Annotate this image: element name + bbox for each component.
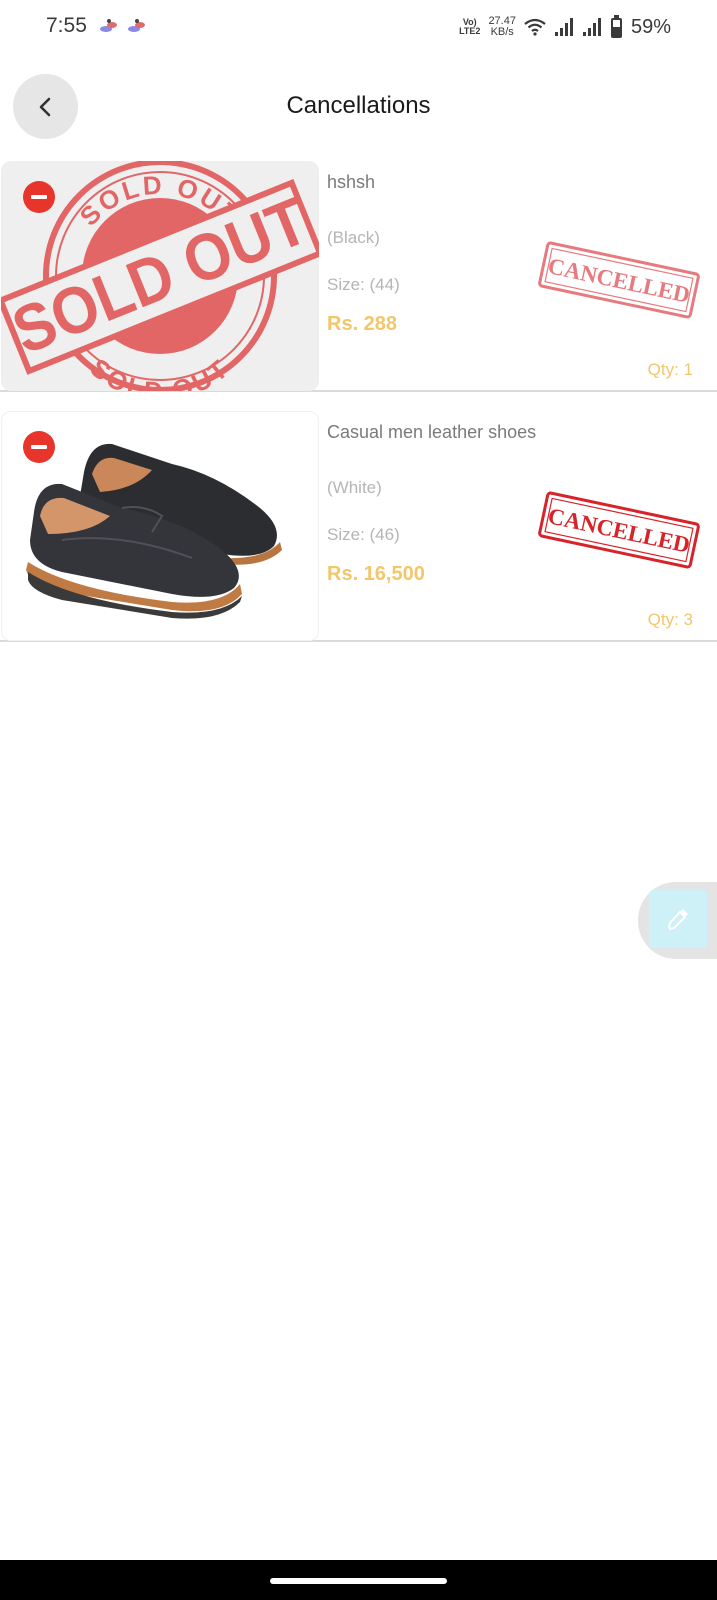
- cancelled-stamp-text: CANCELLED: [546, 503, 692, 557]
- notification-icon: [100, 19, 117, 32]
- notification-icon: [128, 19, 145, 32]
- remove-button[interactable]: [23, 431, 55, 463]
- page-title: Cancellations: [286, 92, 431, 119]
- product-color: (Black): [327, 228, 380, 247]
- cancelled-stamp: CANCELLED: [538, 241, 700, 319]
- minus-icon: [31, 445, 47, 449]
- product-size: Size: (44): [327, 275, 400, 294]
- app-header: Cancellations: [0, 70, 717, 140]
- product-price: Rs. 288: [327, 313, 398, 335]
- cancelled-stamp: CANCELLED: [538, 491, 700, 569]
- eyedropper-icon: [667, 909, 688, 931]
- list-item[interactable]: SOLD OUT SOLD OUT SOLD OUT hshsh (Black)…: [0, 160, 717, 392]
- product-name: Casual men leather shoes: [327, 422, 537, 442]
- status-bar: 7:55 Vo) LTE2 27.47 KB/s 59%: [0, 0, 717, 56]
- svg-text:SOLD OUT: SOLD OUT: [84, 352, 235, 391]
- product-price: Rs. 16,500: [327, 563, 425, 585]
- list-item[interactable]: Casual men leather shoes (White) Size: (…: [0, 410, 717, 642]
- product-quantity: Qty: 3: [647, 610, 693, 629]
- cancelled-stamp-text: CANCELLED: [546, 253, 692, 307]
- product-size: Size: (46): [327, 525, 400, 544]
- minus-icon: [31, 195, 47, 199]
- product-color: (White): [327, 478, 382, 497]
- edit-button[interactable]: [649, 890, 707, 948]
- battery-percent: 59%: [630, 15, 671, 38]
- signal-icon: [582, 18, 601, 36]
- status-indicators: Vo) LTE2 27.47 KB/s 59%: [459, 12, 671, 42]
- signal-icon: [554, 18, 573, 36]
- home-handle[interactable]: [270, 1578, 447, 1584]
- navigation-bar: [0, 1560, 717, 1600]
- sold-out-arc-bottom: SOLD OUT: [84, 352, 232, 391]
- product-name: hshsh: [327, 172, 376, 192]
- volte-indicator: Vo) LTE2: [459, 17, 481, 36]
- wifi-icon: [524, 18, 546, 36]
- network-speed: 27.47 KB/s: [488, 15, 516, 38]
- battery-icon: [610, 15, 622, 38]
- status-time: 7:55: [46, 14, 87, 37]
- product-quantity: Qty: 1: [647, 360, 693, 379]
- cancellation-list: SOLD OUT SOLD OUT SOLD OUT hshsh (Black)…: [0, 160, 717, 660]
- remove-button[interactable]: [23, 181, 55, 213]
